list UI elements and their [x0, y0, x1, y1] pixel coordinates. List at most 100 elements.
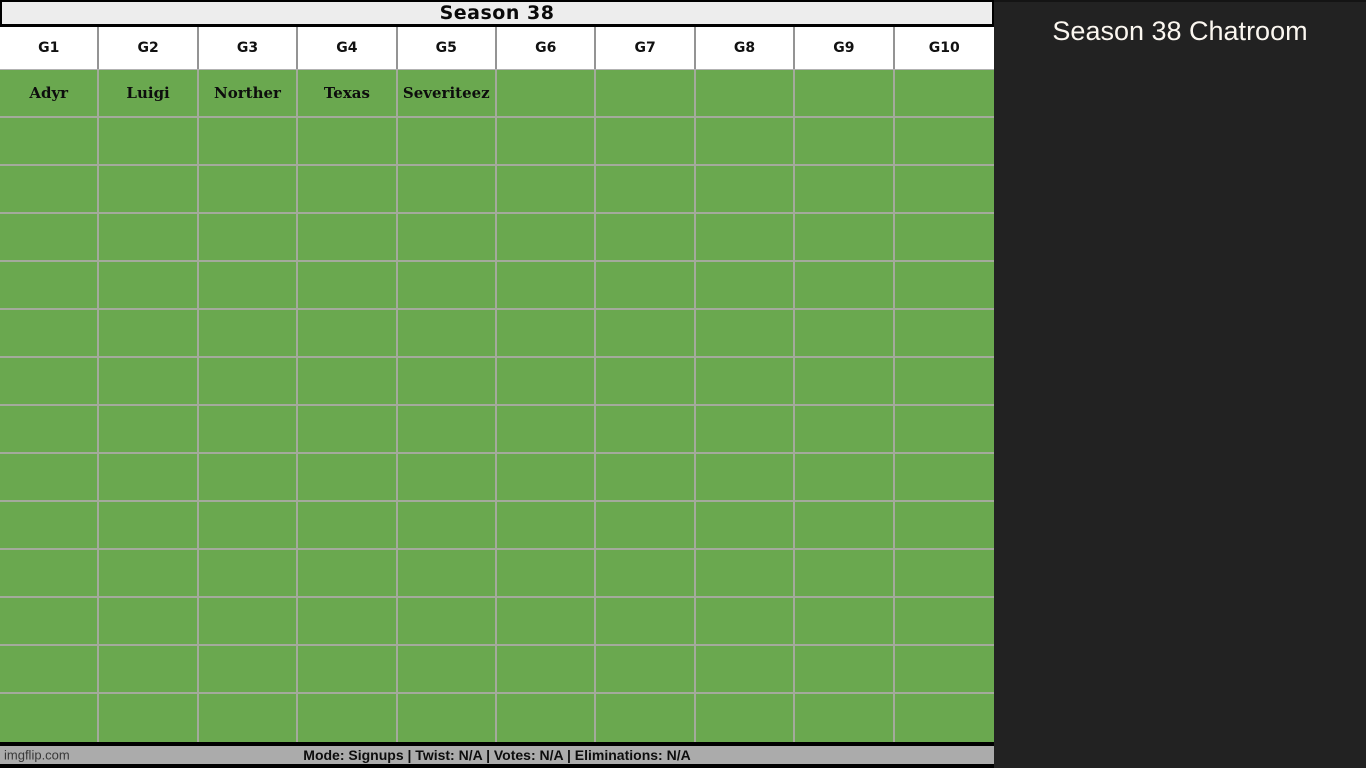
column-header-g1: G1	[0, 27, 100, 69]
player-cell-norther: Norther	[198, 70, 299, 118]
empty-cell	[397, 454, 497, 502]
empty-cell	[596, 406, 696, 454]
empty-cell	[99, 358, 199, 406]
empty-cell	[198, 262, 299, 310]
empty-cell	[298, 550, 398, 598]
empty-cell	[596, 262, 696, 310]
empty-cell	[99, 214, 199, 262]
empty-cell	[198, 598, 299, 646]
empty-cell	[895, 694, 994, 742]
empty-cell	[497, 70, 597, 118]
empty-cell	[0, 358, 100, 406]
empty-cell	[894, 358, 994, 406]
empty-cell	[397, 118, 497, 166]
empty-cell	[0, 598, 100, 646]
column-header-g4: G4	[298, 27, 398, 69]
empty-cell	[894, 550, 994, 598]
player-cell-texas: Texas	[298, 70, 398, 118]
empty-cell	[298, 118, 398, 166]
empty-cell	[0, 406, 100, 454]
empty-cell	[397, 310, 497, 358]
empty-cell	[596, 598, 696, 646]
empty-cell	[99, 118, 199, 166]
empty-cell	[198, 454, 299, 502]
empty-cell	[99, 454, 199, 502]
empty-cell	[298, 598, 398, 646]
column-header-g9: G9	[795, 27, 895, 69]
empty-cell	[99, 646, 199, 694]
empty-cell	[497, 454, 597, 502]
empty-cell	[695, 454, 796, 502]
empty-cell	[596, 646, 696, 694]
empty-cell	[199, 694, 299, 742]
chatroom-panel: Season 38 Chatroom	[994, 0, 1366, 768]
empty-cell	[795, 406, 895, 454]
empty-cell	[894, 310, 994, 358]
column-header-g3: G3	[199, 27, 299, 69]
empty-cell	[0, 502, 100, 550]
empty-cell	[0, 118, 100, 166]
empty-cell	[795, 454, 895, 502]
empty-cell	[894, 262, 994, 310]
empty-cell	[596, 358, 696, 406]
empty-cell	[0, 166, 100, 214]
status-text: Mode: Signups | Twist: N/A | Votes: N/A …	[303, 747, 691, 763]
empty-cell	[397, 214, 497, 262]
column-header-g6: G6	[497, 27, 597, 69]
empty-cell	[0, 694, 100, 742]
empty-cell	[198, 406, 299, 454]
empty-cell	[695, 166, 796, 214]
empty-cell	[497, 166, 597, 214]
empty-cell	[894, 502, 994, 550]
column-header-g2: G2	[99, 27, 199, 69]
empty-cell	[497, 502, 597, 550]
column-header-g8: G8	[696, 27, 796, 69]
empty-cell	[198, 166, 299, 214]
empty-cell	[795, 262, 895, 310]
column-header-g7: G7	[596, 27, 696, 69]
signup-grid: Adyr Luigi Norther Texas Severiteez	[0, 70, 994, 742]
empty-cell	[596, 214, 696, 262]
empty-cell	[198, 502, 299, 550]
status-bar: imgflip.com Mode: Signups | Twist: N/A |…	[0, 742, 994, 764]
empty-cell	[894, 70, 994, 118]
season-table-panel: Season 38 G1 G2 G3 G4 G5 G6 G7 G8 G9 G10 Adyr Luig…	[0, 0, 994, 768]
empty-cell	[198, 214, 299, 262]
empty-cell	[397, 598, 497, 646]
empty-cell	[695, 118, 796, 166]
empty-cell	[397, 262, 497, 310]
empty-cell	[397, 358, 497, 406]
empty-cell	[298, 166, 398, 214]
column-header-row: G1 G2 G3 G4 G5 G6 G7 G8 G9 G10	[0, 27, 994, 70]
empty-cell	[298, 502, 398, 550]
empty-cell	[497, 262, 597, 310]
empty-cell	[0, 310, 100, 358]
empty-cell	[695, 70, 796, 118]
empty-cell	[397, 550, 497, 598]
empty-cell	[596, 118, 696, 166]
empty-cell	[894, 118, 994, 166]
empty-cell	[298, 406, 398, 454]
empty-cell	[497, 310, 597, 358]
empty-cell	[795, 502, 895, 550]
empty-cell	[298, 694, 398, 742]
empty-cell	[397, 166, 497, 214]
empty-cell	[695, 550, 796, 598]
empty-cell	[198, 550, 299, 598]
empty-cell	[695, 262, 796, 310]
empty-cell	[99, 406, 199, 454]
empty-cell	[99, 550, 199, 598]
empty-cell	[0, 262, 100, 310]
empty-cell	[795, 550, 895, 598]
column-header-g5: G5	[398, 27, 497, 69]
column-header-g10: G10	[928, 40, 960, 56]
empty-cell	[298, 310, 398, 358]
empty-cell	[795, 310, 895, 358]
empty-cell	[99, 598, 199, 646]
empty-cell	[99, 694, 199, 742]
player-cell-luigi: Luigi	[99, 70, 199, 118]
empty-cell	[795, 358, 895, 406]
empty-cell	[398, 694, 497, 742]
empty-cell	[298, 214, 398, 262]
empty-cell	[397, 646, 497, 694]
